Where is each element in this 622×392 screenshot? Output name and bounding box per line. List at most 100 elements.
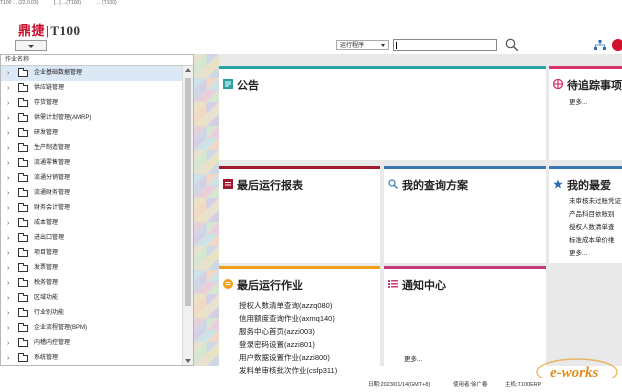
folder-icon: [18, 188, 28, 197]
last-jobs-title: 最后运行作业: [237, 280, 303, 292]
nav-tree-column-header: 作业名称: [1, 55, 193, 66]
last-jobs-card: 最后运行作业 授权人数清单查询(azzq080) 信用额度查询作业(axmq140…: [219, 266, 380, 375]
nav-tree-item[interactable]: › 财务会计管理: [1, 201, 184, 216]
folder-icon: [18, 278, 28, 287]
last-job-link[interactable]: 服务中心首页(azzi003): [239, 325, 337, 338]
search-input[interactable]: [393, 39, 497, 51]
menu-dropdown-button[interactable]: [15, 40, 47, 51]
notify-more-link[interactable]: 更多...: [404, 353, 422, 363]
app-logo: 鼎捷|T100: [18, 20, 81, 39]
favorites-more-link[interactable]: 更多...: [569, 247, 621, 260]
chevron-right-icon[interactable]: ›: [7, 156, 9, 171]
nav-tree-item[interactable]: › 供需计划管理(AMRP): [1, 111, 184, 126]
nav-tree-item[interactable]: › 供应链管理: [1, 81, 184, 96]
nav-tree-item-label: 内稽内控管理: [34, 340, 71, 346]
favorite-link[interactable]: 产品科目依账别: [569, 208, 621, 221]
chevron-right-icon[interactable]: ›: [7, 171, 9, 186]
chevron-right-icon[interactable]: ›: [7, 231, 9, 246]
nav-tree-item[interactable]: › 企业流程管理(BPM): [1, 321, 184, 336]
search-icon[interactable]: [505, 38, 519, 52]
chevron-down-icon: [381, 44, 385, 47]
nav-tree-item[interactable]: › 流通财务管理: [1, 186, 184, 201]
nav-tree-item[interactable]: › 成本管理: [1, 216, 184, 231]
chevron-right-icon[interactable]: ›: [7, 201, 9, 216]
nav-tree-item[interactable]: › 发票管理: [1, 261, 184, 276]
pending-card: 待追踪事项 更多...: [549, 66, 622, 160]
favorite-link[interactable]: 授权人数清单查: [569, 221, 621, 234]
last-job-link[interactable]: 登录密码设置(azzi801): [239, 338, 337, 351]
folder-icon: [18, 323, 28, 332]
chevron-right-icon[interactable]: ›: [7, 81, 9, 96]
nav-tree-item[interactable]: › 区域功能: [1, 291, 184, 306]
folder-icon: [18, 233, 28, 242]
scroll-down-icon[interactable]: [185, 359, 191, 363]
nav-tree-item-label: 成本管理: [34, 220, 59, 226]
app-header: 鼎捷|T100 运行程序: [0, 6, 622, 54]
folder-icon: [18, 143, 28, 152]
folder-icon: [18, 128, 28, 137]
chevron-right-icon[interactable]: ›: [7, 141, 9, 156]
folder-icon: [18, 338, 28, 347]
chevron-right-icon[interactable]: ›: [7, 336, 9, 351]
nav-tree-item[interactable]: › 生产制造管理: [1, 141, 184, 156]
last-job-link[interactable]: 发料单审核批次作业(csfp311): [239, 364, 337, 377]
nav-tree-item[interactable]: › 系统管理: [1, 351, 184, 366]
last-job-link[interactable]: 用户数据设置作业(azzi800): [239, 351, 337, 364]
nav-tree-item[interactable]: › 流通零售管理: [1, 156, 184, 171]
logo-product: T100: [50, 23, 81, 38]
nav-tree-item[interactable]: › 行业别功能: [1, 306, 184, 321]
folder-icon: [18, 83, 28, 92]
pending-more-link[interactable]: 更多...: [569, 96, 587, 109]
org-chart-icon[interactable]: [594, 40, 606, 50]
nav-tree-item[interactable]: › 研发管理: [1, 126, 184, 141]
folder-icon: [18, 113, 28, 122]
chevron-right-icon[interactable]: ›: [7, 126, 9, 141]
nav-tree-item-label: 财务会计管理: [34, 205, 71, 211]
list-icon: [388, 280, 398, 288]
chevron-right-icon[interactable]: ›: [7, 291, 9, 306]
folder-icon: [18, 263, 28, 272]
folder-icon: [18, 98, 28, 107]
chevron-right-icon[interactable]: ›: [7, 186, 9, 201]
nav-tree-panel: 作业名称 › 企业基础数据管理 › 供应链管理 › 存货管理 › 供需计划管理(AMRP) › 研…: [0, 54, 194, 366]
chevron-right-icon[interactable]: ›: [7, 96, 9, 111]
nav-tree-item-label: 发票管理: [34, 265, 59, 271]
status-bar: 日期:2023/01/14(GMT+8) 使用者:徐广春 主机:T100ERP: [0, 378, 622, 392]
chevron-right-icon[interactable]: ›: [7, 306, 9, 321]
pending-title: 待追踪事项: [567, 80, 622, 92]
favorite-link[interactable]: 未审核未过账凭证: [569, 195, 621, 208]
last-job-link[interactable]: 授权人数清单查询(azzq080): [239, 299, 337, 312]
dashboard-area: 公告 待追踪事项 更多... 最后运行报表 我的查询方案 我的最爱 未审核未过账…: [219, 54, 622, 375]
pending-icon: [553, 79, 563, 89]
scroll-up-icon[interactable]: [185, 68, 191, 72]
chevron-right-icon[interactable]: ›: [7, 111, 9, 126]
chevron-right-icon[interactable]: ›: [7, 246, 9, 261]
nav-tree-item-label: 生产制造管理: [34, 145, 71, 151]
nav-tree: › 企业基础数据管理 › 供应链管理 › 存货管理 › 供需计划管理(AMRP) › 研发管理 › 生…: [1, 66, 184, 366]
nav-tree-scrollbar[interactable]: [182, 66, 193, 365]
nav-tree-item[interactable]: › 进出口管理: [1, 231, 184, 246]
chevron-right-icon[interactable]: ›: [7, 321, 9, 336]
favorite-link[interactable]: 标准成本单价维: [569, 234, 621, 247]
nav-tree-item[interactable]: › 税务管理: [1, 276, 184, 291]
nav-tree-item[interactable]: › 项目管理: [1, 246, 184, 261]
notification-dot-icon[interactable]: [612, 39, 622, 51]
chevron-right-icon[interactable]: ›: [7, 66, 9, 81]
nav-tree-item[interactable]: › 企业基础数据管理: [1, 66, 184, 81]
nav-tree-item-label: 项目管理: [34, 250, 59, 256]
last-job-link[interactable]: 信用额度查询作业(axmq140): [239, 312, 337, 325]
chevron-right-icon[interactable]: ›: [7, 351, 9, 366]
folder-icon: [18, 158, 28, 167]
job-icon: [223, 279, 233, 289]
nav-tree-item[interactable]: › 存货管理: [1, 96, 184, 111]
nav-tree-item[interactable]: › 流通分销管理: [1, 171, 184, 186]
chevron-right-icon[interactable]: ›: [7, 216, 9, 231]
nav-tree-item[interactable]: › 内稽内控管理: [1, 336, 184, 351]
chevron-right-icon[interactable]: ›: [7, 276, 9, 291]
chevron-right-icon[interactable]: ›: [7, 261, 9, 276]
search-scope-select[interactable]: 运行程序: [336, 40, 389, 50]
reports-card: 最后运行报表: [219, 166, 380, 263]
search-icon: [388, 179, 398, 189]
scroll-thumb[interactable]: [185, 78, 191, 306]
nav-tree-item-label: 流通财务管理: [34, 190, 71, 196]
